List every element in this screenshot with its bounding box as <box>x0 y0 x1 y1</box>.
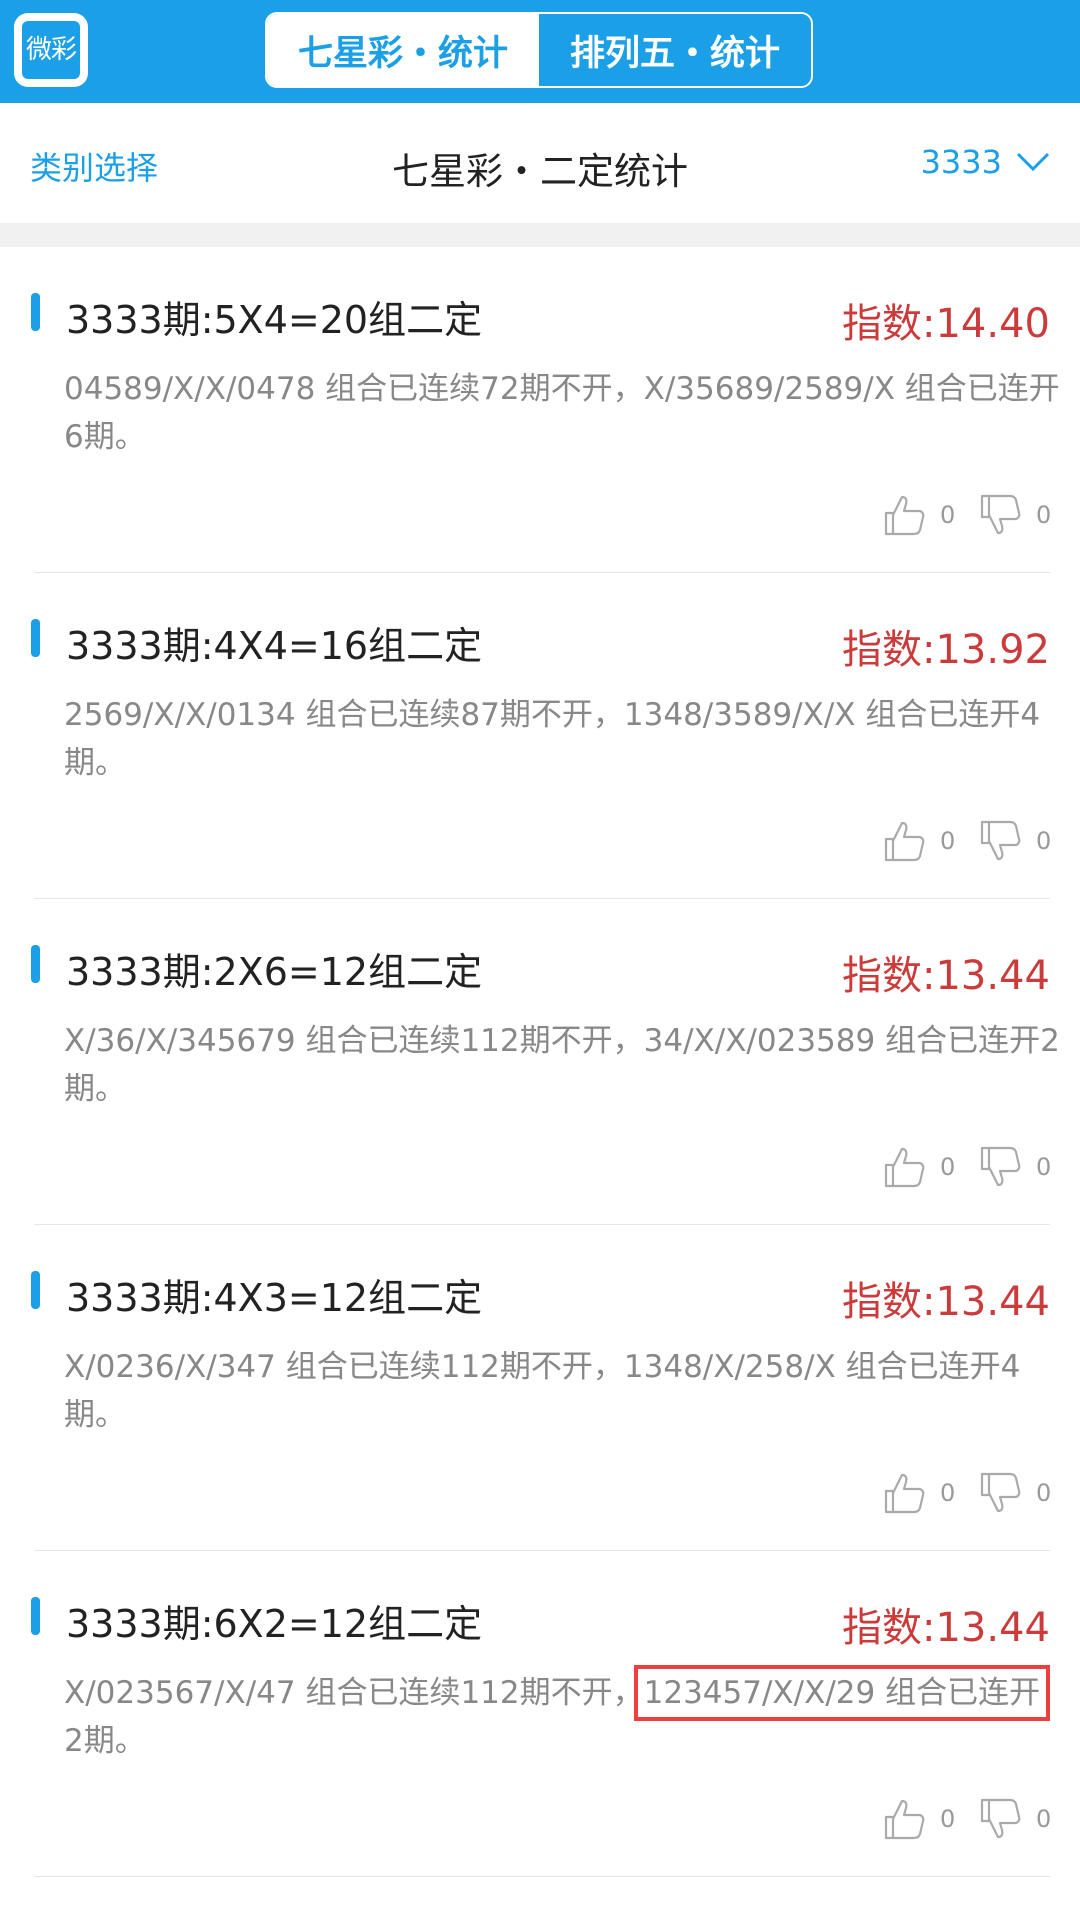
dislike-count: 0 <box>1036 1153 1052 1181</box>
desc-no-open: X/0236/X/347 组合已连续112期不开， <box>64 1349 624 1385</box>
dislike-count: 0 <box>1036 1805 1052 1833</box>
list-item[interactable]: 3333期:4X3=12组二定 指数:13.44 X/0236/X/347 组合… <box>31 1225 1052 1551</box>
card-index: 指数:14.40 <box>842 301 1050 347</box>
vote-row: 0 0 <box>858 1470 1052 1516</box>
list-item[interactable]: 3333期:6X2=12组二定 指数:13.44 X/023567/X/47 组… <box>31 1551 1052 1877</box>
card-title: 3333期:2X6=12组二定 <box>66 950 483 994</box>
like-count: 0 <box>940 1153 956 1181</box>
like-button[interactable]: 0 <box>882 1144 956 1190</box>
period-value: 3333 <box>920 143 1002 181</box>
dislike-button[interactable]: 0 <box>978 1470 1052 1516</box>
like-button[interactable]: 0 <box>882 1796 956 1842</box>
card-title: 3333期:6X2=12组二定 <box>66 1602 483 1646</box>
card-index: 指数:13.44 <box>842 1279 1050 1325</box>
thumbs-down-icon <box>980 1798 1021 1839</box>
thumbs-down-icon <box>980 1472 1021 1513</box>
like-button[interactable]: 0 <box>882 1470 956 1516</box>
app-logo[interactable]: 微彩 <box>14 13 88 87</box>
dislike-button[interactable]: 0 <box>978 492 1052 538</box>
desc-no-open: 04589/X/X/0478 组合已连续72期不开， <box>64 371 644 407</box>
card-marker <box>31 293 40 331</box>
card-title: 3333期:4X4=16组二定 <box>66 624 483 668</box>
card-description: X/36/X/345679 组合已连续112期不开，34/X/X/023589 … <box>64 1017 1064 1113</box>
vote-row: 0 0 <box>858 492 1052 538</box>
stats-list: 3333期:5X4=20组二定 指数:14.40 04589/X/X/0478 … <box>0 247 1080 1877</box>
thumbs-down-icon <box>980 494 1021 535</box>
card-marker <box>31 945 40 983</box>
thumbs-up-icon <box>884 1473 925 1514</box>
card-description: 2569/X/X/0134 组合已连续87期不开，1348/3589/X/X 组… <box>64 691 1064 787</box>
top-bar: 微彩 七星彩・统计 排列五・统计 <box>0 0 1080 103</box>
like-button[interactable]: 0 <box>882 492 956 538</box>
list-item[interactable]: 3333期:5X4=20组二定 指数:14.40 04589/X/X/0478 … <box>31 247 1060 573</box>
desc-continuation: 2期。 <box>64 1723 146 1759</box>
thumbs-up-icon <box>884 821 925 862</box>
lottery-tabs: 七星彩・统计 排列五・统计 <box>265 12 813 88</box>
thumbs-up-icon <box>884 1147 925 1188</box>
like-count: 0 <box>940 1479 956 1507</box>
card-index: 指数:13.44 <box>842 953 1050 999</box>
like-count: 0 <box>940 827 956 855</box>
desc-no-open: 2569/X/X/0134 组合已连续87期不开， <box>64 697 624 733</box>
vote-row: 0 0 <box>858 1796 1052 1842</box>
thumbs-up-icon <box>884 495 925 536</box>
logo-text: 微彩 <box>22 21 80 79</box>
dislike-button[interactable]: 0 <box>978 1796 1052 1842</box>
sub-header: 类别选择 七星彩・二定统计 3333 <box>0 103 1080 223</box>
card-index: 指数:13.92 <box>842 627 1050 673</box>
thumbs-up-icon <box>884 1799 925 1840</box>
page-title: 七星彩・二定统计 <box>392 150 688 193</box>
card-title: 3333期:4X3=12组二定 <box>66 1276 483 1320</box>
card-description: X/0236/X/347 组合已连续112期不开，1348/X/258/X 组合… <box>64 1343 1064 1439</box>
list-item[interactable]: 3333期:2X6=12组二定 指数:13.44 X/36/X/345679 组… <box>31 899 1060 1225</box>
section-divider <box>0 223 1080 247</box>
dislike-count: 0 <box>1036 501 1052 529</box>
chevron-down-icon <box>1016 152 1050 172</box>
card-title: 3333期:5X4=20组二定 <box>66 298 483 342</box>
like-button[interactable]: 0 <box>882 818 956 864</box>
thumbs-down-icon <box>980 820 1021 861</box>
period-select[interactable]: 3333 <box>921 143 1050 181</box>
card-marker <box>31 1597 40 1635</box>
tab-qixingcai-stats[interactable]: 七星彩・统计 <box>267 14 539 86</box>
thumbs-down-icon <box>980 1146 1021 1187</box>
dislike-count: 0 <box>1036 1479 1052 1507</box>
card-description: X/023567/X/47 组合已连续112期不开，123457/X/X/29 … <box>64 1665 1064 1765</box>
like-count: 0 <box>940 501 956 529</box>
card-marker <box>31 1271 40 1309</box>
highlighted-combination: 123457/X/X/29 组合已连开 <box>633 1665 1051 1721</box>
card-description: 04589/X/X/0478 组合已连续72期不开，X/35689/2589/X… <box>64 365 1064 461</box>
dislike-count: 0 <box>1036 827 1052 855</box>
desc-no-open: X/36/X/345679 组合已连续112期不开， <box>64 1023 644 1059</box>
vote-row: 0 0 <box>858 1144 1052 1190</box>
desc-no-open: X/023567/X/47 组合已连续112期不开， <box>64 1675 644 1711</box>
list-item[interactable]: 3333期:4X4=16组二定 指数:13.92 2569/X/X/0134 组… <box>31 573 1052 899</box>
vote-row: 0 0 <box>858 818 1052 864</box>
dislike-button[interactable]: 0 <box>978 818 1052 864</box>
tab-pailiewu-stats[interactable]: 排列五・统计 <box>539 14 811 86</box>
like-count: 0 <box>940 1805 956 1833</box>
card-index: 指数:13.44 <box>842 1605 1050 1651</box>
dislike-button[interactable]: 0 <box>978 1144 1052 1190</box>
card-marker <box>31 619 40 657</box>
